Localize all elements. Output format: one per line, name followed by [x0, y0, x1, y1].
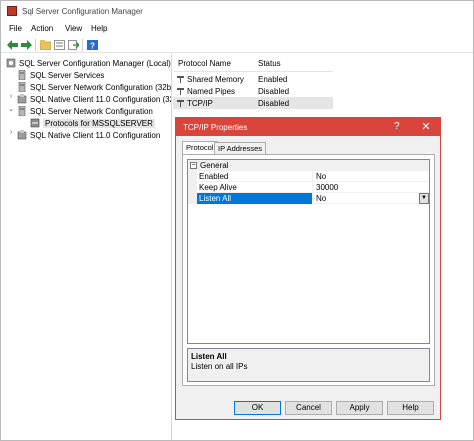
close-icon[interactable]: ✕: [416, 119, 436, 135]
tree-item-root[interactable]: SQL Server Configuration Manager (Local): [6, 57, 171, 69]
apply-button[interactable]: Apply: [336, 401, 383, 415]
protocol-status: Disabled: [258, 98, 290, 108]
tree-item-label: SQL Server Configuration Manager (Local): [19, 58, 171, 68]
toolbar-separator: [35, 39, 36, 51]
property-key: Keep Alive: [197, 182, 313, 193]
grid-gutter: [188, 193, 197, 204]
tree-item-network-config[interactable]: SQL Server Network Configuration: [17, 105, 153, 117]
chevron-down-icon[interactable]: ⌄: [7, 105, 15, 113]
svg-text:?: ?: [90, 42, 95, 51]
tree-item-label: SQL Server Network Configuration: [30, 106, 153, 116]
property-value[interactable]: No: [314, 171, 429, 182]
tree-item-label: SQL Native Client 11.0 Configuration (32…: [30, 94, 172, 104]
tree-item-label: SQL Server Services: [30, 70, 105, 80]
properties-icon[interactable]: [53, 39, 65, 51]
description-text: Listen on all IPs: [191, 362, 248, 371]
property-listen-all[interactable]: Listen All No ▼: [188, 193, 429, 204]
protocol-status: Enabled: [258, 74, 288, 84]
tab-ip-addresses[interactable]: IP Addresses: [214, 142, 267, 154]
column-header-protocol-name[interactable]: Protocol Name: [178, 59, 231, 71]
protocol-icon: [30, 118, 40, 128]
tree-item-network-config-32[interactable]: SQL Server Network Configuration (32bit: [17, 81, 172, 93]
menu-bar: File Action View Help: [1, 21, 473, 36]
window-title: Sql Server Configuration Manager: [22, 7, 143, 16]
chevron-right-icon[interactable]: ›: [7, 129, 15, 136]
list-row-shared-memory[interactable]: Shared Memory Enabled: [173, 73, 333, 85]
chevron-down-icon[interactable]: ▼: [419, 193, 429, 204]
toolbar-separator: [82, 39, 83, 51]
tree-item-label: SQL Native Client 11.0 Configuration: [30, 130, 161, 140]
property-key: Listen All: [197, 193, 313, 204]
protocol-icon: [177, 88, 184, 95]
category-label: General: [200, 161, 229, 170]
tcpip-properties-dialog: TCP/IP Properties ? ✕ Protocol IP Addres…: [175, 117, 441, 420]
protocol-tab-panel: − General Enabled No Keep Alive 30000 Li…: [182, 154, 435, 386]
menu-action[interactable]: Action: [31, 24, 53, 33]
dialog-title-bar[interactable]: TCP/IP Properties ? ✕: [176, 118, 440, 136]
server-config-icon: [6, 58, 16, 68]
protocol-name: Shared Memory: [187, 74, 244, 84]
column-header-status[interactable]: Status: [258, 59, 281, 71]
protocol-name: TCP/IP: [187, 98, 213, 108]
title-bar: Sql Server Configuration Manager: [1, 1, 473, 21]
export-icon[interactable]: [67, 39, 79, 51]
property-grid: − General Enabled No Keep Alive 30000 Li…: [187, 159, 430, 344]
grid-gutter: [188, 182, 197, 193]
protocol-status: Disabled: [258, 86, 290, 96]
toolbar: ?: [1, 37, 473, 53]
back-icon[interactable]: [6, 39, 18, 51]
forward-icon[interactable]: [20, 39, 32, 51]
network-config-icon: [17, 81, 27, 93]
tree-pane: SQL Server Configuration Manager (Local)…: [2, 54, 172, 440]
property-key: Enabled: [197, 171, 313, 182]
tab-protocol[interactable]: Protocol: [182, 141, 218, 155]
dialog-title: TCP/IP Properties: [183, 123, 248, 132]
tree-item-label: SQL Server Network Configuration (32bit: [30, 82, 172, 92]
description-title: Listen All: [191, 352, 227, 361]
services-icon: [17, 69, 27, 81]
collapse-icon[interactable]: −: [190, 162, 197, 169]
property-value[interactable]: 30000: [314, 182, 429, 193]
menu-help[interactable]: Help: [91, 24, 107, 33]
native-client-icon: [17, 130, 27, 140]
menu-view[interactable]: View: [65, 24, 82, 33]
tree-item-services[interactable]: SQL Server Services: [17, 69, 104, 81]
property-keep-alive[interactable]: Keep Alive 30000: [188, 182, 429, 193]
cancel-button[interactable]: Cancel: [285, 401, 332, 415]
property-description: Listen All Listen on all IPs: [187, 348, 430, 382]
list-row-tcp-ip[interactable]: TCP/IP Disabled: [173, 97, 333, 109]
category-general[interactable]: − General: [188, 160, 429, 171]
help-button[interactable]: Help: [387, 401, 434, 415]
tree-item-native-client[interactable]: SQL Native Client 11.0 Configuration: [17, 129, 160, 141]
tree-item-native-client-32[interactable]: SQL Native Client 11.0 Configuration (32…: [17, 93, 172, 105]
app-icon: [7, 6, 17, 16]
up-folder-icon[interactable]: [39, 39, 51, 51]
native-client-icon: [17, 94, 27, 104]
menu-file[interactable]: File: [9, 24, 22, 33]
help-icon[interactable]: ?: [394, 121, 400, 132]
property-enabled[interactable]: Enabled No: [188, 171, 429, 182]
ok-button[interactable]: OK: [234, 401, 281, 415]
tree-item-protocols-mssqlserver[interactable]: Protocols for MSSQLSERVER: [30, 117, 155, 129]
grid-gutter: [188, 171, 197, 182]
help-icon[interactable]: ?: [86, 39, 98, 51]
protocol-icon: [177, 100, 184, 107]
protocol-icon: [177, 76, 184, 83]
tree-item-label: Protocols for MSSQLSERVER: [43, 118, 155, 128]
column-header-divider: [173, 71, 333, 72]
network-config-icon: [17, 105, 27, 117]
property-value-select[interactable]: No: [314, 193, 429, 204]
chevron-right-icon[interactable]: ›: [7, 93, 15, 100]
list-row-named-pipes[interactable]: Named Pipes Disabled: [173, 85, 333, 97]
protocol-name: Named Pipes: [187, 86, 236, 96]
